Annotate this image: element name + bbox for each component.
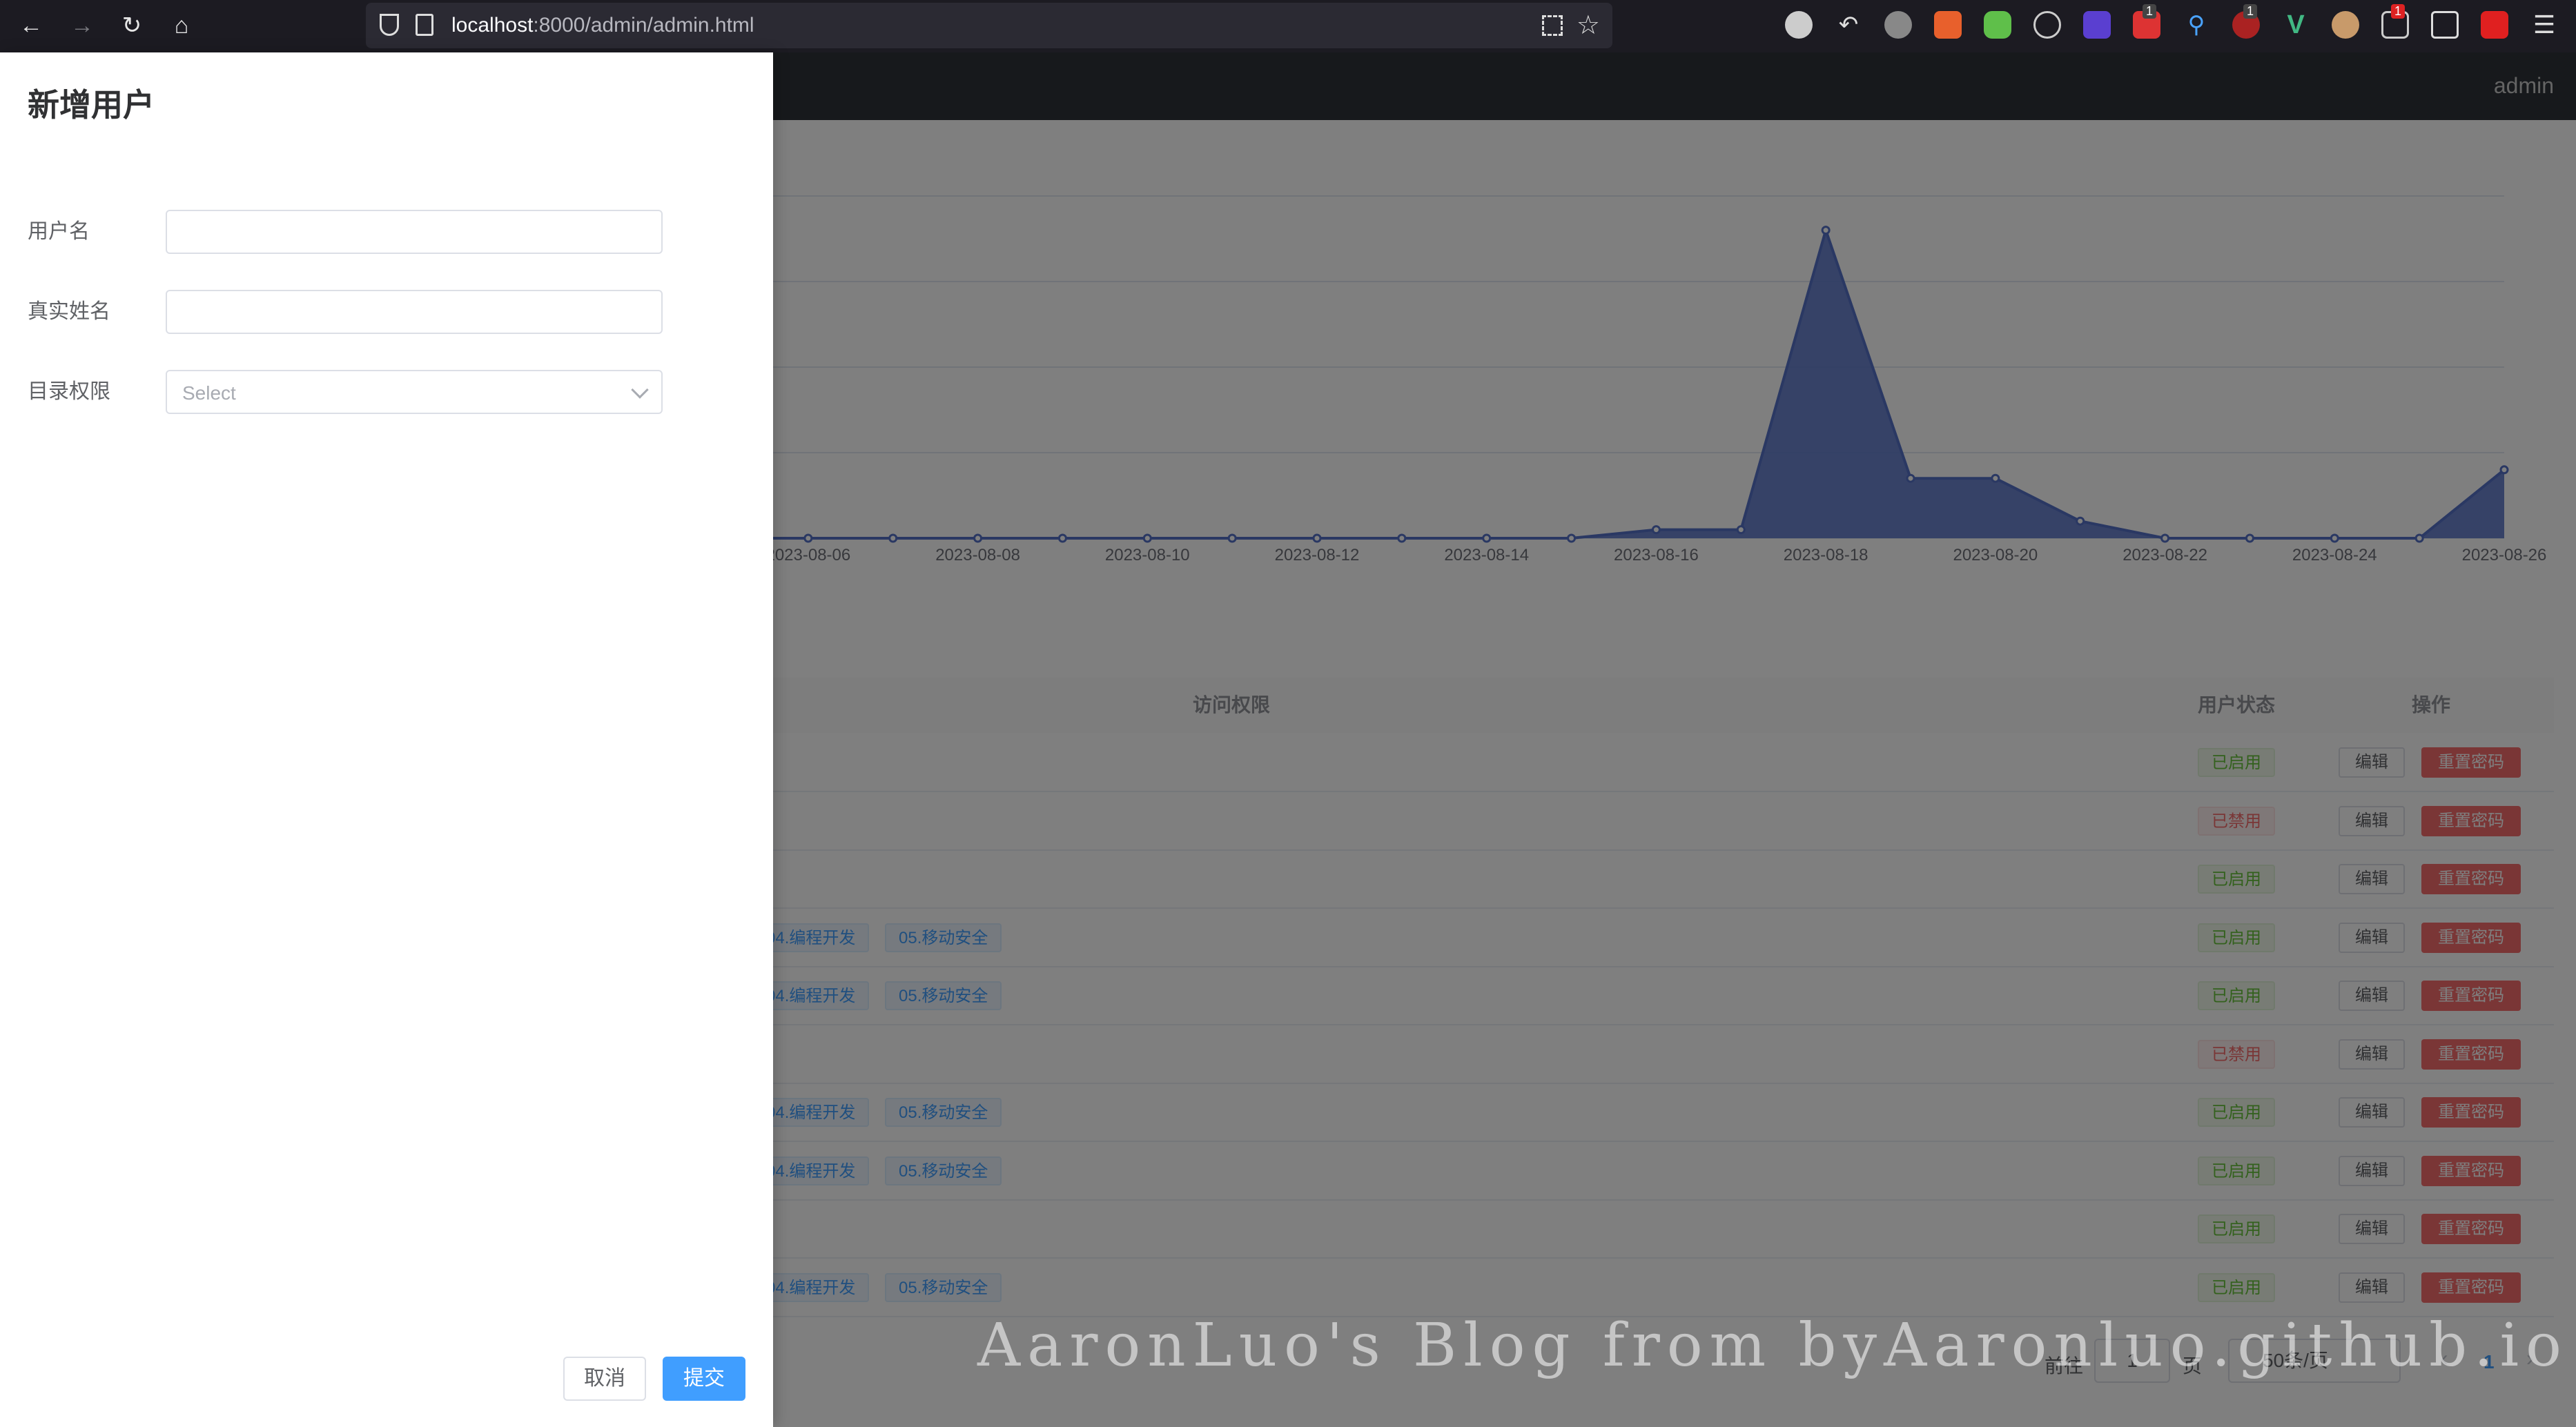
back-icon[interactable]: ←: [15, 10, 47, 41]
extension-face-icon[interactable]: [2332, 11, 2359, 39]
realname-label: 真实姓名: [28, 300, 110, 323]
chevron-down-icon: [631, 381, 649, 399]
url-text[interactable]: localhost:8000/admin/admin.html: [451, 14, 754, 37]
extension-cookie-icon[interactable]: [2033, 11, 2061, 39]
extension-ghost-icon[interactable]: [1884, 11, 1912, 39]
add-user-drawer: 新增用户 用户名 真实姓名 目录权限 Select 取消 提交: [0, 52, 773, 1427]
perm-label: 目录权限: [28, 380, 110, 403]
username-label: 用户名: [28, 220, 90, 243]
vue-devtools-icon[interactable]: V: [2282, 11, 2310, 39]
page-icon: [416, 14, 433, 36]
extension-pin-icon[interactable]: ⚲: [2183, 11, 2210, 39]
extension-layers-icon[interactable]: [2083, 11, 2111, 39]
extension-undo-icon[interactable]: ↶: [1835, 11, 1862, 39]
extension-badge: 1: [2243, 4, 2258, 19]
extension-clock-icon[interactable]: [1785, 11, 1813, 39]
watermark: AaronLuo's Blog from byAaronluo.github.i…: [977, 1311, 2568, 1380]
submit-button[interactable]: 提交: [663, 1357, 745, 1401]
bookmark-star-icon[interactable]: ☆: [1577, 10, 1600, 41]
shield-icon: [380, 14, 399, 36]
extension-fox-icon[interactable]: [1934, 11, 1962, 39]
home-icon[interactable]: ⌂: [166, 10, 197, 41]
extension-lock-icon[interactable]: [2481, 11, 2508, 39]
extensions-puzzle-icon[interactable]: [2431, 11, 2459, 39]
url-path: :8000/admin/admin.html: [533, 14, 754, 37]
address-bar[interactable]: localhost:8000/admin/admin.html ☆: [366, 3, 1612, 48]
extension-badge: 1: [2143, 4, 2157, 19]
perm-select-placeholder: Select: [182, 382, 236, 404]
reload-icon[interactable]: ↻: [116, 10, 148, 41]
username-input[interactable]: [166, 210, 663, 254]
menu-icon[interactable]: ☰: [2530, 11, 2558, 39]
drawer-title: 新增用户: [28, 87, 155, 123]
extension-toggle-icon[interactable]: [1984, 11, 2011, 39]
cancel-button[interactable]: 取消: [563, 1357, 646, 1401]
realname-input[interactable]: [166, 290, 663, 334]
forward-icon[interactable]: →: [66, 10, 98, 41]
perm-select[interactable]: Select: [166, 370, 663, 414]
qr-code-icon[interactable]: [1542, 15, 1563, 36]
browser-toolbar: ← → ↻ ⌂ localhost:8000/admin/admin.html …: [0, 0, 2576, 52]
url-host: localhost: [451, 14, 534, 37]
extension-badge: 1: [2391, 4, 2406, 19]
